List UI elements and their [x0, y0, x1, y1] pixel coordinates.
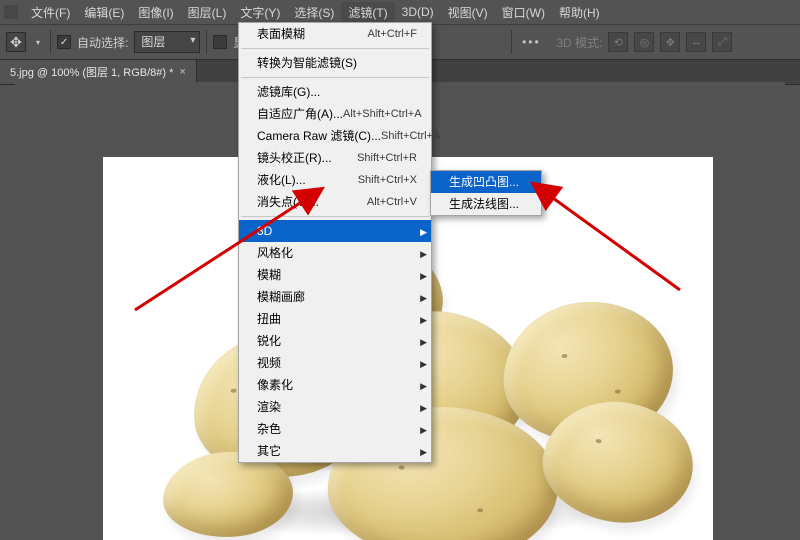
- menu-view[interactable]: 视图(V): [441, 2, 495, 23]
- document-tab[interactable]: 5.jpg @ 100% (图层 1, RGB/8#) * ×: [0, 60, 197, 84]
- filter-convert-smart[interactable]: 转换为智能滤镜(S): [239, 52, 431, 74]
- filter-adaptive-wide-angle[interactable]: 自适应广角(A)... Alt+Shift+Ctrl+A: [239, 103, 431, 125]
- auto-select-label: 自动选择:: [77, 34, 128, 51]
- menu-shortcut: Alt+Ctrl+F: [367, 26, 417, 42]
- menu-shortcut: Shift+Ctrl+R: [357, 150, 417, 166]
- show-transform-checkbox[interactable]: [213, 35, 227, 49]
- tool-dropdown-arrow[interactable]: ▾: [32, 38, 44, 47]
- divider: [206, 30, 207, 54]
- menu-label: 像素化: [257, 377, 293, 393]
- menu-layer[interactable]: 图层(L): [181, 2, 234, 23]
- menu-label: 转换为智能滤镜(S): [257, 55, 357, 71]
- filter-video-submenu[interactable]: 视频: [239, 352, 431, 374]
- menu-shortcut: Alt+Ctrl+V: [367, 194, 417, 210]
- filter-liquify[interactable]: 液化(L)... Shift+Ctrl+X: [239, 169, 431, 191]
- menu-label: 视频: [257, 355, 281, 371]
- menu-3d[interactable]: 3D(D): [395, 3, 441, 21]
- menu-label: 消失点(V)...: [257, 194, 319, 210]
- document-tab-title: 5.jpg @ 100% (图层 1, RGB/8#) *: [10, 64, 173, 80]
- menu-label: 生成法线图...: [449, 196, 519, 212]
- menu-separator: [241, 216, 429, 217]
- menu-label: 镜头校正(R)...: [257, 150, 332, 166]
- divider: [511, 30, 512, 54]
- menu-shortcut: Shift+Ctrl+A: [381, 128, 440, 144]
- menu-window[interactable]: 窗口(W): [495, 2, 552, 23]
- filter-lens-correction[interactable]: 镜头校正(R)... Shift+Ctrl+R: [239, 147, 431, 169]
- filter-3d-flyout: 生成凹凸图... 生成法线图...: [430, 170, 542, 216]
- menu-label: 锐化: [257, 333, 281, 349]
- divider: [50, 30, 51, 54]
- filter-noise-submenu[interactable]: 杂色: [239, 418, 431, 440]
- menu-help[interactable]: 帮助(H): [552, 2, 607, 23]
- mode-3d-icons: ⟲ ◎ ✥ ↔ ⤢: [608, 32, 732, 52]
- menu-label: 自适应广角(A)...: [257, 106, 343, 122]
- roll-3d-icon[interactable]: ◎: [634, 32, 654, 52]
- menu-label: 模糊画廊: [257, 289, 305, 305]
- filter-blur-gallery-submenu[interactable]: 模糊画廊: [239, 286, 431, 308]
- filter-gallery[interactable]: 滤镜库(G)...: [239, 81, 431, 103]
- filter-last[interactable]: 表面模糊 Alt+Ctrl+F: [239, 23, 431, 45]
- menu-label: 3D: [257, 223, 272, 239]
- menu-label: 杂色: [257, 421, 281, 437]
- zoom-3d-icon[interactable]: ⤢: [712, 32, 732, 52]
- filter-stylize-submenu[interactable]: 风格化: [239, 242, 431, 264]
- generate-bump-map[interactable]: 生成凹凸图...: [431, 171, 541, 193]
- menu-filter[interactable]: 滤镜(T): [341, 2, 394, 23]
- menu-file[interactable]: 文件(F): [24, 2, 77, 23]
- filter-3d-submenu[interactable]: 3D: [239, 220, 431, 242]
- filter-blur-submenu[interactable]: 模糊: [239, 264, 431, 286]
- overflow-icon[interactable]: •••: [518, 35, 544, 49]
- menu-shortcut: Alt+Shift+Ctrl+A: [343, 106, 422, 122]
- move-tool-icon[interactable]: ✥: [6, 32, 26, 52]
- orbit-3d-icon[interactable]: ⟲: [608, 32, 628, 52]
- menu-label: 表面模糊: [257, 26, 305, 42]
- menu-label: 液化(L)...: [257, 172, 306, 188]
- app-logo: [4, 5, 18, 19]
- menu-image[interactable]: 图像(I): [131, 2, 180, 23]
- menu-separator: [241, 48, 429, 49]
- close-tab-icon[interactable]: ×: [179, 66, 185, 78]
- filter-distort-submenu[interactable]: 扭曲: [239, 308, 431, 330]
- menu-label: 生成凹凸图...: [449, 174, 519, 190]
- filter-other-submenu[interactable]: 其它: [239, 440, 431, 462]
- menu-label: 模糊: [257, 267, 281, 283]
- filter-sharpen-submenu[interactable]: 锐化: [239, 330, 431, 352]
- pan-3d-icon[interactable]: ✥: [660, 32, 680, 52]
- menu-select[interactable]: 选择(S): [287, 2, 341, 23]
- mode-3d-label: 3D 模式:: [556, 34, 602, 51]
- filter-render-submenu[interactable]: 渲染: [239, 396, 431, 418]
- menu-label: 扭曲: [257, 311, 281, 327]
- menu-separator: [241, 77, 429, 78]
- filter-camera-raw[interactable]: Camera Raw 滤镜(C)... Shift+Ctrl+A: [239, 125, 431, 147]
- filter-dropdown-menu: 表面模糊 Alt+Ctrl+F 转换为智能滤镜(S) 滤镜库(G)... 自适应…: [238, 22, 432, 463]
- filter-pixelate-submenu[interactable]: 像素化: [239, 374, 431, 396]
- menu-label: 滤镜库(G)...: [257, 84, 320, 100]
- generate-normal-map[interactable]: 生成法线图...: [431, 193, 541, 215]
- menu-label: 其它: [257, 443, 281, 459]
- menu-type[interactable]: 文字(Y): [233, 2, 287, 23]
- menu-label: 渲染: [257, 399, 281, 415]
- auto-select-target-dropdown[interactable]: 图层: [134, 31, 200, 53]
- filter-vanishing-point[interactable]: 消失点(V)... Alt+Ctrl+V: [239, 191, 431, 213]
- menu-edit[interactable]: 编辑(E): [77, 2, 131, 23]
- menu-label: 风格化: [257, 245, 293, 261]
- slide-3d-icon[interactable]: ↔: [686, 32, 706, 52]
- main-menubar: 文件(F) 编辑(E) 图像(I) 图层(L) 文字(Y) 选择(S) 滤镜(T…: [0, 0, 800, 24]
- auto-select-checkbox[interactable]: ✓: [57, 35, 71, 49]
- menu-label: Camera Raw 滤镜(C)...: [257, 128, 381, 144]
- menu-shortcut: Shift+Ctrl+X: [358, 172, 417, 188]
